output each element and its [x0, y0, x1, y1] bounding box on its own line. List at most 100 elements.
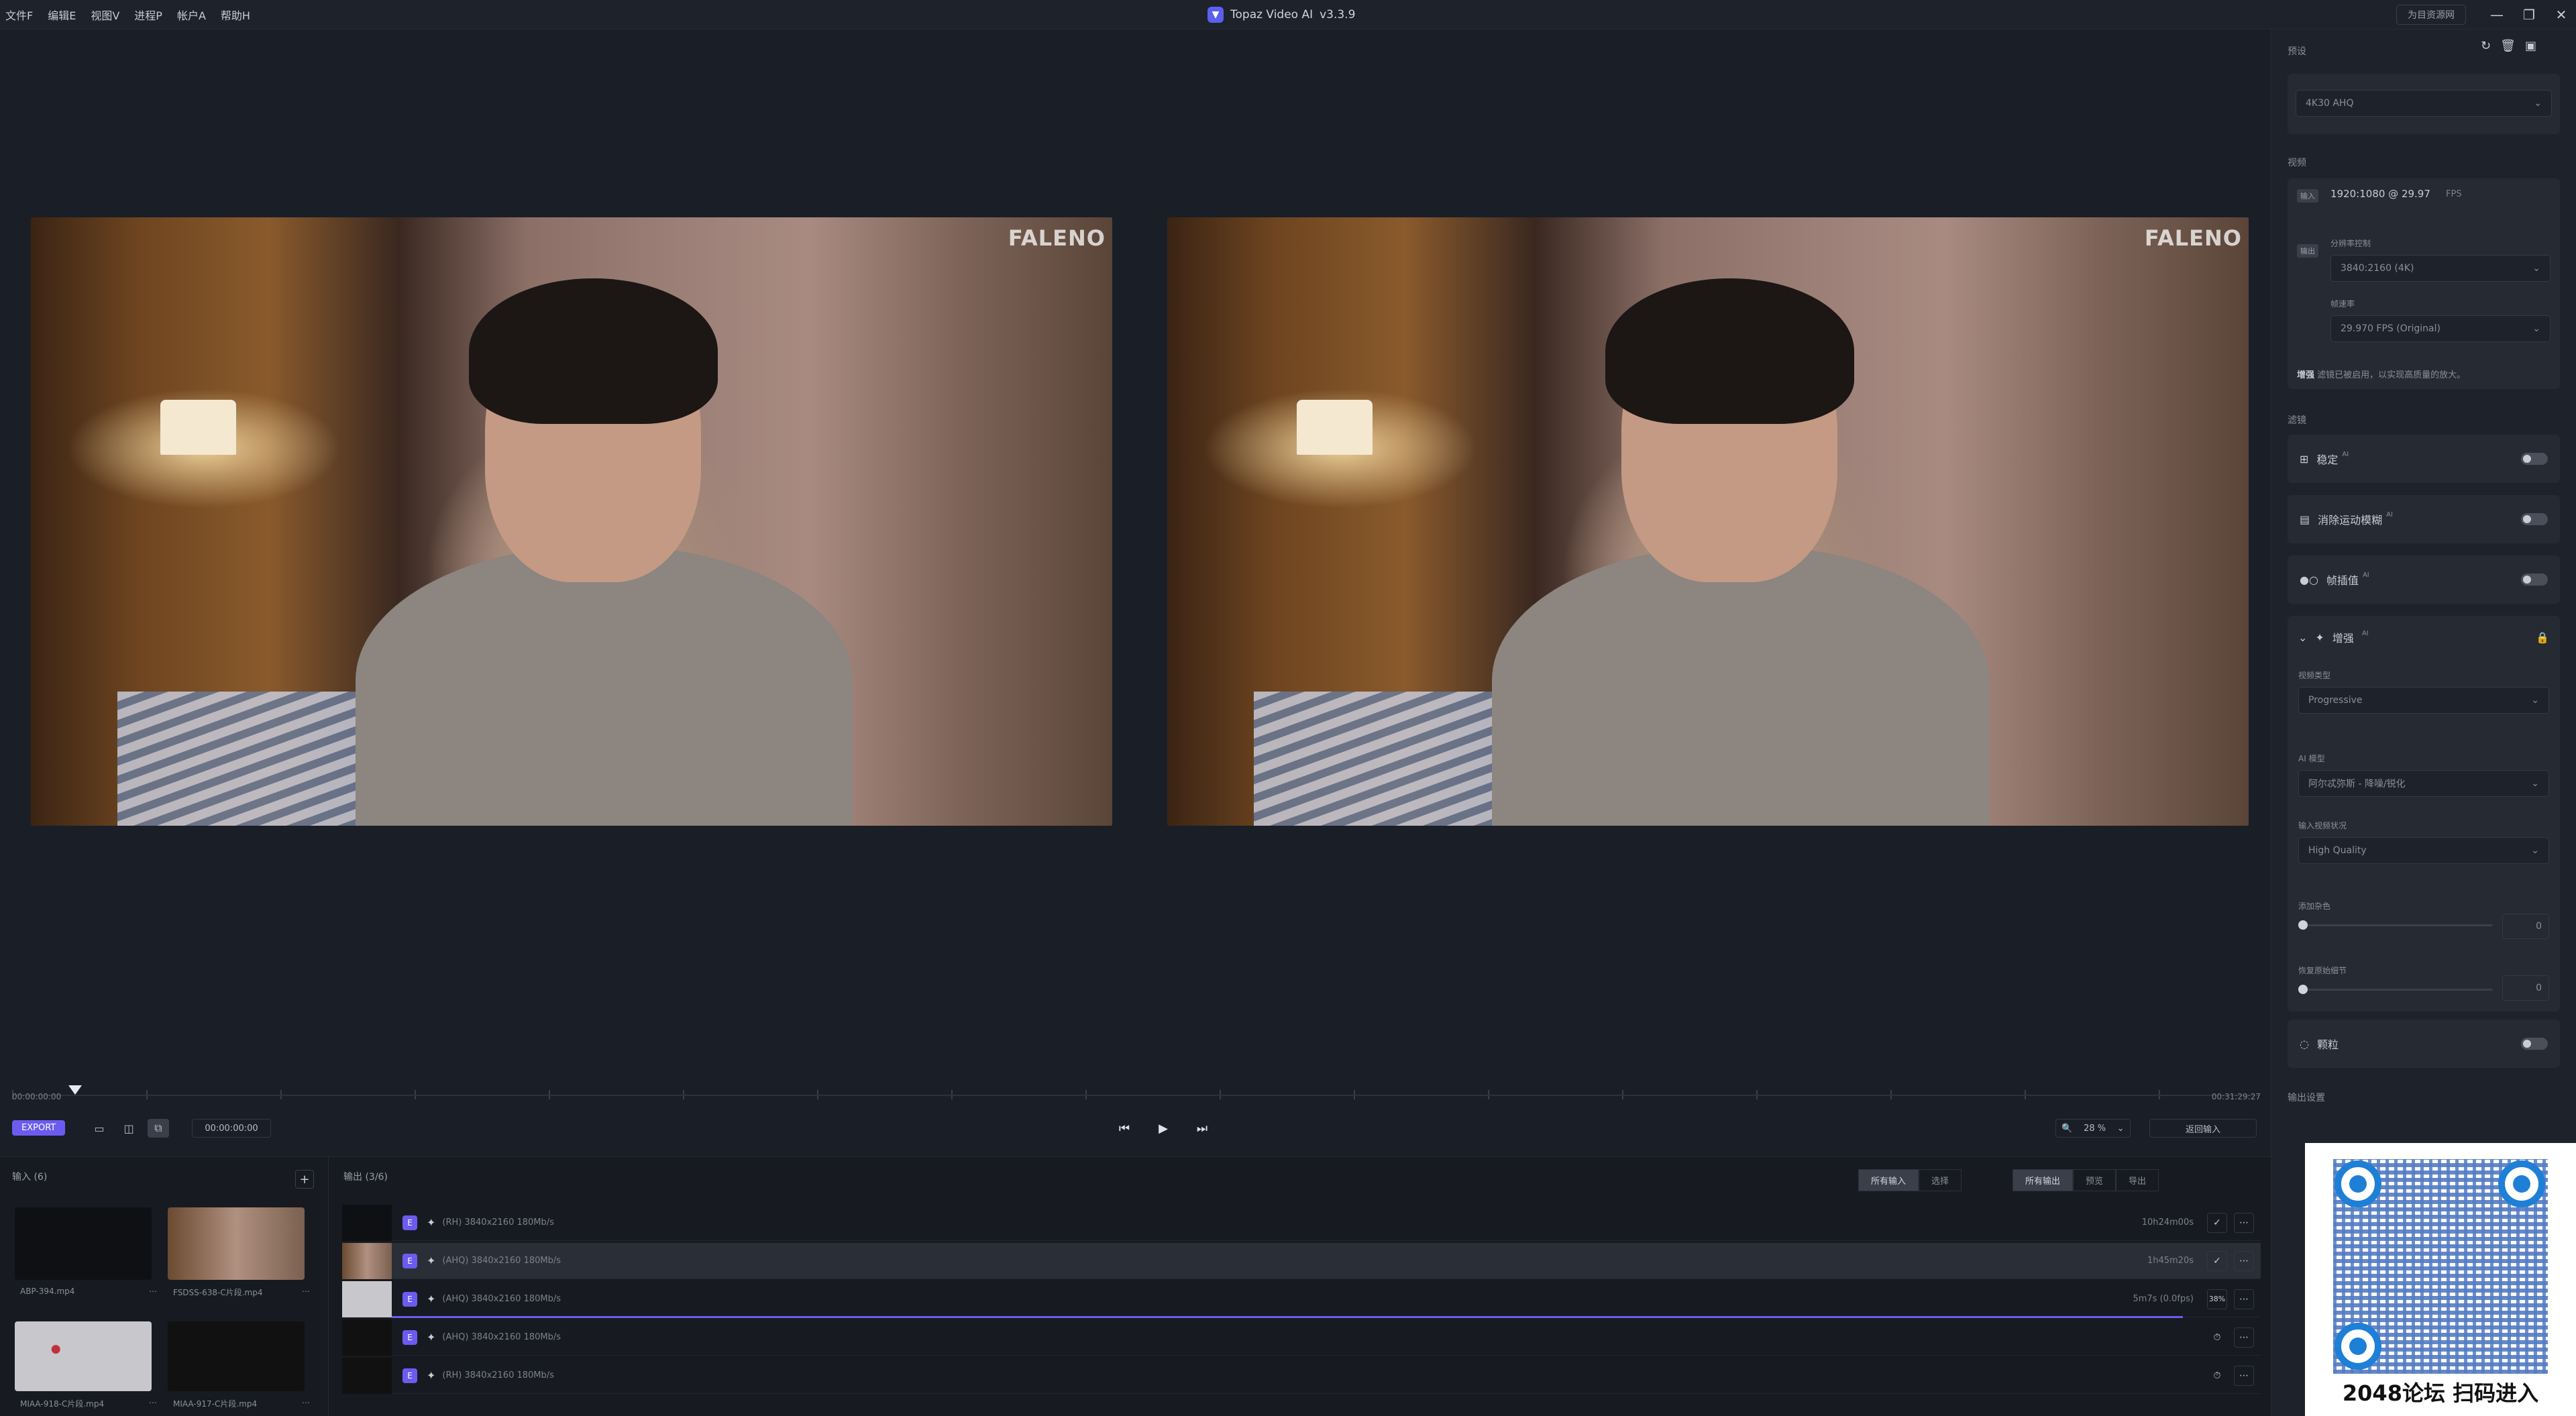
timeline-track[interactable] [12, 1095, 2259, 1096]
recover-detail-label: 恢复原始细节 [2298, 966, 2347, 975]
chevron-down-icon: ⌄ [2534, 98, 2542, 109]
output-time: 10h24m00s [2141, 1217, 2194, 1228]
app-title: Topaz Video AI [1230, 8, 1313, 21]
menu-view[interactable]: 视图V [91, 7, 119, 23]
menu-account[interactable]: 帐户A [177, 7, 206, 23]
return-input-button[interactable]: 返回输入 [2149, 1119, 2257, 1138]
stabilize-toggle[interactable] [2521, 453, 2548, 465]
next-frame-icon[interactable]: ⏭ [1190, 1118, 1214, 1139]
more-icon[interactable]: ⋯ [2234, 1327, 2254, 1348]
ai-model-select[interactable]: 阿尔忒弥斯 - 降噪/锐化 ⌄ [2298, 770, 2549, 797]
output-row[interactable]: E ✦ (RH) 3840x2160 180Mb/s ⏱ ⋯ [342, 1357, 2261, 1394]
enhance-card: ⌄ ✦ 增强 AI 🔒 视频类型 Progressive ⌄ AI 模型 阿尔忒… [2288, 616, 2560, 1012]
more-icon[interactable]: ⋯ [302, 1287, 310, 1298]
more-icon[interactable]: ⋯ [2234, 1365, 2254, 1386]
output-desc: (RH) 3840x2160 180Mb/s [442, 1370, 554, 1380]
framerate-select[interactable]: 29.970 FPS (Original) ⌄ [2330, 315, 2551, 342]
output-row[interactable]: E ✦ (AHQ) 3840x2160 180Mb/s 1h45m20s ✓ ⋯ [342, 1242, 2261, 1279]
input-thumb-3[interactable] [15, 1321, 152, 1391]
more-icon[interactable]: ⋯ [302, 1398, 310, 1409]
add-noise-slider-handle[interactable] [2298, 920, 2308, 930]
resolution-select[interactable]: 3840:2160 (4K) ⌄ [2330, 255, 2551, 282]
output-row[interactable]: E ✦ (AHQ) 3840x2160 180Mb/s 5m7s (0.0fps… [342, 1281, 2261, 1317]
trash-icon[interactable]: 🗑 [2500, 39, 2516, 53]
output-thumb [342, 1242, 392, 1279]
enhance-header[interactable]: ⌄ ✦ 增强 AI 🔒 [2298, 629, 2549, 645]
output-row[interactable]: E ✦ (RH) 3840x2160 180Mb/s 10h24m00s ✓ ⋯ [342, 1204, 2261, 1241]
side-by-side-icon[interactable]: ⧉ [148, 1119, 169, 1138]
zoom-select[interactable]: 🔍 28 % ⌄ [2055, 1119, 2131, 1138]
filter-export[interactable]: 导出 [2116, 1168, 2159, 1191]
recover-detail-slider-handle[interactable] [2298, 985, 2308, 994]
filter-all-inputs[interactable]: 所有输入 [1858, 1168, 1919, 1191]
add-noise-slider[interactable] [2298, 924, 2493, 926]
enhance-note-text: 滤镜已被启用，以实现高质量的放大。 [2317, 370, 2466, 380]
title-bar: 文件F 编辑E 视图V 进程P 帐户A 帮助H ▼ Topaz Video AI… [0, 0, 2576, 30]
scene-lamp [160, 400, 237, 455]
app-version: v3.3.9 [1320, 8, 1356, 21]
export-button[interactable]: EXPORT [12, 1120, 66, 1136]
save-icon[interactable]: ▣ [2525, 39, 2536, 53]
reset-icon[interactable]: ↻ [2481, 39, 2491, 53]
output-status: ✓ [2207, 1250, 2227, 1271]
menu-process[interactable]: 进程P [134, 7, 162, 23]
menu-file[interactable]: 文件F [5, 7, 33, 23]
more-icon[interactable]: ⋯ [2234, 1250, 2254, 1271]
filter-all-outputs[interactable]: 所有输出 [2012, 1168, 2074, 1191]
playhead-handle[interactable] [68, 1085, 82, 1095]
filter-preview[interactable]: 预览 [2073, 1168, 2116, 1191]
filter-selected[interactable]: 选择 [1919, 1168, 1962, 1191]
menu-edit[interactable]: 编辑E [48, 7, 76, 23]
ai-tag: AI [2342, 450, 2349, 458]
filter-grain[interactable]: ◌ 颗粒 [2288, 1020, 2560, 1068]
chevron-down-icon: ⌄ [2532, 263, 2540, 274]
deblur-toggle[interactable] [2521, 513, 2548, 525]
input-tag: 输入 [2297, 189, 2318, 203]
filter-frame-interpolation[interactable]: ●○ 帧插值 AI [2288, 555, 2560, 604]
video-type-select[interactable]: Progressive ⌄ [2298, 687, 2549, 714]
recover-detail-slider[interactable] [2298, 989, 2493, 991]
input-item-1: ABP-394.mp4 ⋯ [20, 1287, 157, 1296]
more-icon[interactable]: ⋯ [2234, 1289, 2254, 1309]
more-icon[interactable]: ⋯ [149, 1398, 157, 1409]
preview-enhanced[interactable]: FALENO [1167, 217, 2249, 826]
header-pill[interactable]: 为目资源网 [2396, 5, 2466, 25]
filters-label: 滤镜 [2288, 415, 2306, 426]
output-row[interactable]: E ✦ (AHQ) 3840x2160 180Mb/s ⏱ ⋯ [342, 1319, 2261, 1356]
input-file-name: ABP-394.mp4 [20, 1287, 75, 1296]
more-icon[interactable]: ⋯ [2234, 1212, 2254, 1233]
menu-help[interactable]: 帮助H [221, 7, 250, 23]
recover-detail-input[interactable]: 0 [2502, 975, 2549, 1001]
add-input-button[interactable]: + [295, 1170, 314, 1189]
qr-finder-top-left [2334, 1160, 2381, 1207]
play-icon[interactable]: ▶ [1151, 1118, 1175, 1139]
chevron-down-icon: ⌄ [2298, 631, 2308, 644]
preset-select[interactable]: 4K30 AHQ ⌄ [2296, 90, 2552, 117]
ai-model-label: AI 模型 [2298, 754, 2325, 763]
chevron-down-icon: ⌄ [2531, 695, 2539, 706]
input-thumb-2[interactable] [168, 1207, 305, 1280]
framerate-label: 帧速率 [2330, 299, 2355, 309]
output-desc: (RH) 3840x2160 180Mb/s [442, 1217, 554, 1228]
minimize-button[interactable]: — [2482, 0, 2512, 30]
prev-frame-icon[interactable]: ⏮ [1112, 1118, 1136, 1139]
output-desc: (AHQ) 3840x2160 180Mb/s [442, 1294, 561, 1304]
current-time-field[interactable]: 00:00:00:00 [192, 1119, 271, 1138]
more-icon[interactable]: ⋯ [149, 1287, 157, 1296]
input-thumb-4[interactable] [168, 1321, 305, 1391]
add-noise-label: 添加杂色 [2298, 902, 2331, 911]
split-view-icon[interactable]: ◫ [118, 1119, 140, 1138]
filter-stabilize[interactable]: ⊞ 稳定 AI [2288, 435, 2560, 483]
close-button[interactable]: ✕ [2546, 0, 2576, 30]
grain-toggle[interactable] [2521, 1038, 2548, 1050]
preview-original[interactable]: FALENO [31, 217, 1112, 826]
input-condition-select[interactable]: High Quality ⌄ [2298, 837, 2549, 864]
add-noise-input[interactable]: 0 [2502, 914, 2549, 939]
single-view-icon[interactable]: ▭ [89, 1119, 110, 1138]
output-desc: (AHQ) 3840x2160 180Mb/s [442, 1332, 561, 1342]
maximize-button[interactable]: ❐ [2514, 0, 2544, 30]
filter-motion-deblur[interactable]: ▤ 消除运动模糊 AI [2288, 495, 2560, 543]
lock-icon[interactable]: 🔒 [2536, 631, 2549, 644]
interpolation-toggle[interactable] [2521, 574, 2548, 586]
input-thumb-1[interactable] [15, 1207, 152, 1280]
